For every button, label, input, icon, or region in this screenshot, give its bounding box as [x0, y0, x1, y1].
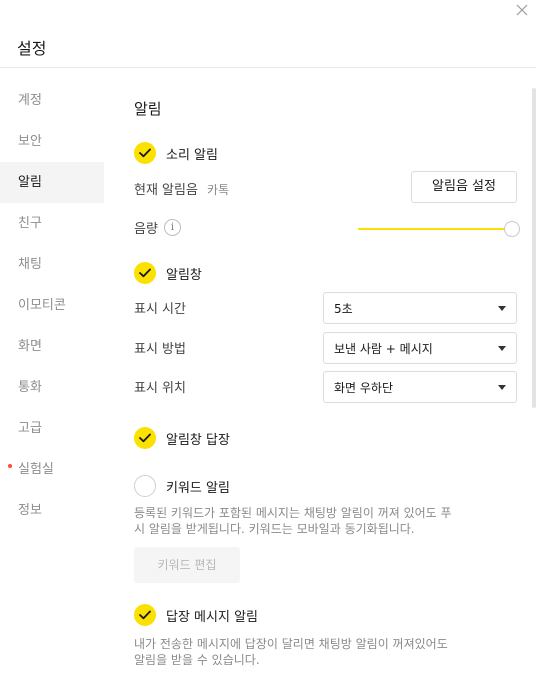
keyword-notification-label: 키워드 알림 [166, 480, 230, 496]
sidebar-item-label: 이모티콘 [18, 298, 66, 313]
popup-notification-label: 알림창 [166, 267, 202, 283]
keyword-description-line: 시 알림을 받게됩니다. 키워드는 모바일과 동기화됩니다. [134, 522, 415, 536]
sidebar-item-label: 보안 [18, 134, 42, 149]
volume-slider-thumb[interactable] [504, 221, 520, 237]
sidebar-item-label: 고급 [18, 421, 42, 436]
sidebar: 계정 보안 알림 친구 채팅 이모티콘 화면 통화 고급 실험실 정보 [0, 80, 104, 531]
sidebar-item-advanced[interactable]: 고급 [0, 408, 104, 449]
checked-icon [134, 142, 156, 164]
current-sound-value: 카톡 [207, 183, 230, 197]
sidebar-item-account[interactable]: 계정 [0, 80, 104, 121]
volume-slider-track[interactable] [358, 228, 506, 230]
current-sound-row: 현재 알림음 카톡 [134, 179, 229, 198]
sidebar-item-label: 친구 [18, 216, 42, 231]
sidebar-item-label: 알림 [18, 175, 42, 190]
sidebar-item-notifications[interactable]: 알림 [0, 162, 104, 203]
current-sound-label: 현재 알림음 [134, 183, 198, 198]
popup-reply-label: 알림창 답장 [166, 432, 230, 448]
dropdown-caret-icon [498, 384, 506, 390]
sidebar-item-label: 통화 [18, 380, 42, 395]
checked-icon [134, 262, 156, 284]
duration-label: 표시 시간 [134, 302, 186, 317]
sound-notification-label: 소리 알림 [166, 147, 218, 163]
sidebar-item-label: 채팅 [18, 257, 42, 272]
sidebar-item-label: 실험실 [18, 462, 54, 477]
unchecked-circle-icon [134, 475, 156, 497]
volume-row: 음량 i [134, 218, 181, 237]
sidebar-item-label: 계정 [18, 93, 42, 108]
sidebar-item-info[interactable]: 정보 [0, 490, 104, 531]
dropdown-caret-icon [498, 345, 506, 351]
sidebar-item-security[interactable]: 보안 [0, 121, 104, 162]
display-position-label: 표시 위치 [134, 381, 186, 396]
sidebar-item-chat[interactable]: 채팅 [0, 244, 104, 285]
display-method-value: 보낸 사람 + 메시지 [334, 341, 433, 356]
dropdown-caret-icon [498, 305, 506, 311]
scrollbar[interactable] [532, 88, 536, 408]
display-position-value: 화면 우하단 [334, 380, 394, 395]
duration-select[interactable]: 5초 [323, 292, 517, 324]
sidebar-item-calls[interactable]: 통화 [0, 367, 104, 408]
display-method-label: 표시 방법 [134, 342, 186, 357]
duration-value: 5초 [334, 301, 353, 316]
reply-description-line: 내가 전송한 메시지에 답장이 달리면 채팅방 알림이 꺼져있어도 [134, 637, 448, 651]
section-title: 알림 [134, 100, 162, 118]
keyword-edit-button[interactable]: 키워드 편집 [134, 547, 240, 583]
new-badge-dot [8, 464, 12, 468]
window-title: 설정 [17, 39, 47, 58]
popup-reply-toggle[interactable]: 알림창 답장 [134, 427, 230, 449]
keyword-description-line: 등록된 키워드가 포함된 메시지는 채팅방 알림이 꺼져 있어도 푸 [134, 506, 452, 520]
popup-notification-toggle[interactable]: 알림창 [134, 262, 202, 284]
reply-message-label: 답장 메시지 알림 [166, 609, 258, 625]
reply-message-toggle[interactable]: 답장 메시지 알림 [134, 604, 258, 626]
sidebar-item-friends[interactable]: 친구 [0, 203, 104, 244]
display-position-select[interactable]: 화면 우하단 [323, 371, 517, 403]
settings-panel: 알림 소리 알림 현재 알림음 카톡 알림음 설정 음량 i 알림창 표시 시간… [134, 0, 520, 674]
sound-notification-toggle[interactable]: 소리 알림 [134, 142, 218, 164]
sidebar-item-label: 화면 [18, 339, 42, 354]
sidebar-item-labs[interactable]: 실험실 [0, 449, 104, 490]
set-sound-button[interactable]: 알림음 설정 [411, 171, 517, 203]
keyword-notification-toggle[interactable]: 키워드 알림 [134, 475, 230, 497]
sidebar-item-display[interactable]: 화면 [0, 326, 104, 367]
keyword-description: 등록된 키워드가 포함된 메시지는 채팅방 알림이 꺼져 있어도 푸 시 알림을… [134, 505, 519, 537]
checked-icon [134, 604, 156, 626]
reply-description-line: 알림을 받을 수 있습니다. [134, 653, 260, 667]
sidebar-item-emoticons[interactable]: 이모티콘 [0, 285, 104, 326]
display-method-select[interactable]: 보낸 사람 + 메시지 [323, 332, 517, 364]
checked-icon [134, 427, 156, 449]
sidebar-item-label: 정보 [18, 503, 42, 518]
info-icon[interactable]: i [163, 219, 181, 236]
volume-label: 음량 [134, 222, 158, 237]
reply-message-description: 내가 전송한 메시지에 답장이 달리면 채팅방 알림이 꺼져있어도 알림을 받을… [134, 636, 519, 668]
